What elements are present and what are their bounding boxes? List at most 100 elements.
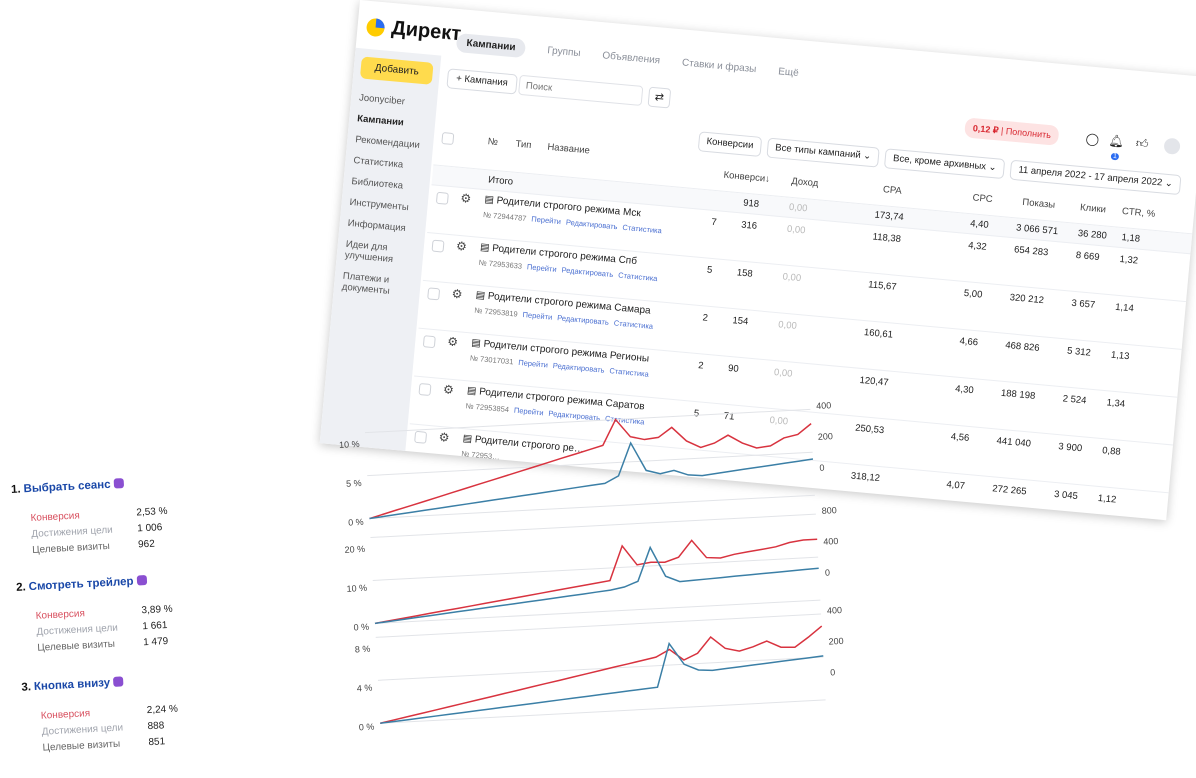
row-income: 0,00	[773, 367, 793, 380]
goal-title-text[interactable]: Выбрать сеанс	[23, 479, 111, 496]
col-name[interactable]: Название	[547, 142, 590, 157]
row-cpa: 118,38	[872, 231, 902, 245]
add-campaign-button[interactable]: + Кампания	[446, 68, 518, 95]
goal-item: 1. Выбрать сеанс Конверсия 2,53 % Достижен…	[11, 474, 201, 556]
row-cpc: 4,56	[950, 431, 970, 445]
reaches-value: 888	[147, 720, 165, 733]
col-ctr[interactable]: CTR, %	[1121, 206, 1155, 220]
col-type[interactable]: Тип	[515, 139, 532, 151]
col-impressions[interactable]: Показы	[1022, 197, 1056, 211]
gear-icon[interactable]: ⚙	[455, 239, 467, 254]
col-clicks[interactable]: Клики	[1080, 202, 1107, 215]
sidebar-item-payments[interactable]: Платежи и документы	[333, 266, 422, 306]
tab-bids[interactable]: Ставки и фразы	[681, 53, 757, 79]
right-tick-label: 0	[825, 567, 831, 577]
row-cpc: 4,66	[959, 335, 979, 349]
stats-link[interactable]: Статистика	[618, 271, 658, 284]
row-clicks: 5 312	[1066, 345, 1092, 359]
open-link[interactable]: Перейти	[518, 358, 548, 370]
goal-reaches: Достижения цели 1 006	[31, 522, 162, 540]
visits-label: Целевые визиты	[31, 540, 111, 556]
open-link[interactable]: Перейти	[531, 214, 561, 226]
conversion-value: 2,24 %	[146, 703, 179, 717]
col-conversions[interactable]: Конверси↓	[723, 170, 770, 185]
col-cpc[interactable]: CPC	[972, 192, 993, 205]
add-button[interactable]: Добавить	[359, 56, 434, 85]
avatar[interactable]	[1163, 137, 1181, 155]
row-cpc: 4,32	[967, 240, 988, 253]
goal-title-text[interactable]: Кнопка внизу	[34, 677, 111, 693]
row-checkbox[interactable]	[435, 191, 449, 205]
col-cpa[interactable]: CPA	[882, 184, 902, 197]
row-checkbox[interactable]	[422, 335, 436, 349]
tab-groups[interactable]: Группы	[546, 41, 581, 63]
edit-link[interactable]: Редактировать	[561, 265, 613, 279]
goal-reaches: Достижения цели 888	[41, 720, 164, 737]
visits-label: Целевые визиты	[42, 738, 121, 754]
row-cpa: 160,61	[863, 327, 894, 341]
row-clicks: 3 045	[1053, 488, 1079, 503]
goal-visits: Целевые визиты 1 479	[37, 636, 168, 654]
gear-icon[interactable]: ⚙	[447, 334, 459, 349]
goal-conversion: Конверсия 2,53 %	[30, 506, 168, 524]
tab-more[interactable]: Ещё	[777, 62, 799, 83]
goal-title[interactable]: 2. Смотреть трейлер	[16, 572, 206, 594]
filter-settings-icon[interactable]: ⇄	[647, 86, 672, 109]
stats-link[interactable]: Статистика	[613, 318, 653, 331]
topup-link[interactable]: Пополнить	[1005, 126, 1051, 140]
logo[interactable]: Директ	[365, 15, 462, 47]
visits-label: Целевые визиты	[37, 638, 116, 654]
right-tick-label: 0	[819, 463, 825, 473]
bell-icon[interactable]: 🔔︎1	[1108, 132, 1125, 161]
row-cpc: 4,30	[954, 383, 975, 397]
gear-icon[interactable]: ⚙	[451, 287, 463, 302]
gear-icon[interactable]: ⚙	[460, 191, 472, 206]
gear-icon[interactable]: ⚙	[442, 382, 454, 397]
search-input[interactable]	[518, 74, 644, 106]
tab-campaigns[interactable]: Кампании	[455, 32, 527, 59]
balance-badge[interactable]: 0,12 ₽ | Пополнить	[964, 117, 1060, 146]
chat-icon[interactable]: ◯	[1084, 130, 1101, 147]
row-checkbox[interactable]	[418, 382, 432, 397]
row-conversions: 90	[727, 362, 740, 375]
goal-title[interactable]: 3. Кнопка внизу	[21, 672, 211, 694]
grid-line	[375, 613, 822, 638]
total-label: Итого	[487, 174, 514, 188]
open-link[interactable]: Перейти	[527, 262, 557, 274]
goal-title-text[interactable]: Смотреть трейлер	[28, 576, 133, 593]
edit-link[interactable]: Редактировать	[566, 218, 618, 232]
select-all-checkbox[interactable]	[441, 132, 455, 146]
right-tick-label: 400	[816, 400, 832, 411]
row-ctr: 1,14	[1114, 301, 1135, 315]
stats-link[interactable]: Статистика	[622, 223, 662, 236]
cut-value: 2	[697, 360, 705, 372]
left-tick-label: 8 %	[355, 644, 371, 655]
goal-title[interactable]: 1. Выбрать сеанс	[11, 474, 201, 496]
goal-conversion: Конверсия 3,89 %	[35, 604, 173, 622]
tab-ads[interactable]: Объявления	[602, 46, 661, 70]
goal-item: 2. Смотреть трейлер Конверсия 3,89 % Дости…	[16, 572, 206, 654]
edit-link[interactable]: Редактировать	[552, 361, 604, 375]
col-num[interactable]: №	[487, 136, 498, 148]
edit-link[interactable]: Редактировать	[557, 313, 609, 327]
row-impressions: 272 265	[991, 483, 1028, 498]
conversion-label: Конверсия	[35, 608, 86, 622]
grid-line	[370, 513, 816, 539]
left-tick-label: 0 %	[359, 722, 375, 733]
total-conversions: 918	[742, 197, 760, 210]
row-checkbox[interactable]	[427, 287, 441, 301]
stats-link[interactable]: Статистика	[609, 366, 649, 379]
cut-value: 7	[710, 216, 718, 229]
left-tick-label: 4 %	[357, 683, 373, 694]
grid-line	[377, 656, 824, 681]
col-income[interactable]: Доход	[791, 176, 819, 189]
goal-charts: 10 % 5 % 0 % 400 200 0 20 % 10 % 0 % 800 400 0 8 % 4 …	[320, 387, 867, 744]
reaches-value: 1 006	[136, 522, 163, 535]
thumbs-up-icon[interactable]: 👍︎	[1134, 135, 1151, 152]
row-checkbox[interactable]	[431, 239, 445, 253]
total-ctr: 1,18	[1121, 232, 1141, 245]
open-link[interactable]: Перейти	[522, 310, 552, 322]
reaches-label: Достижения цели	[31, 524, 114, 540]
total-income: 0,00	[788, 201, 808, 215]
notification-count: 1	[1110, 152, 1120, 161]
